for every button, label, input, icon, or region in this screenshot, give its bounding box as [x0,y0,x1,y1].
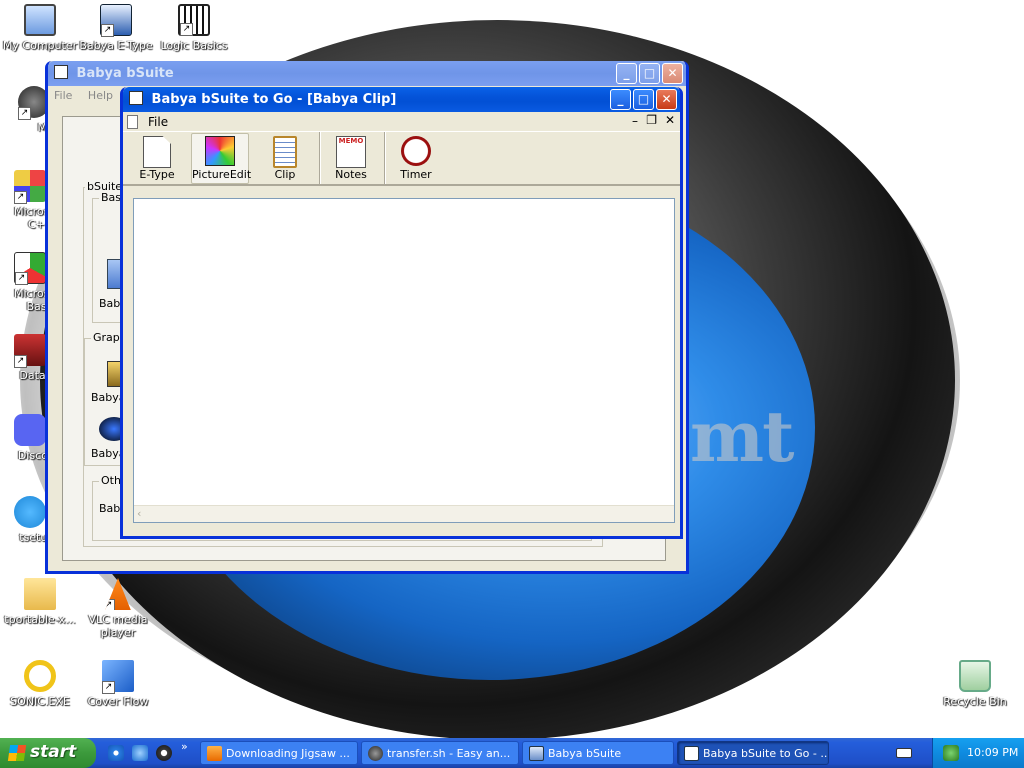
desktop-icon-my-computer[interactable]: My Computer [0,4,80,52]
taskbar: start » Downloading Jigsaw ... transfer.… [0,738,1024,768]
menu-help[interactable]: Help [88,89,113,102]
desktop-icon-label: Logic Basics [160,39,228,52]
visual-studio-icon [14,170,46,204]
clip-button[interactable]: Clip [256,134,314,184]
desktop-icon-vlc[interactable]: VLC media player [78,578,158,639]
window-icon [684,746,699,761]
scroll-left-icon[interactable]: ‹ [137,507,141,520]
visual-basic-icon [14,252,46,285]
desktop-icon-tportable[interactable]: tportable-x... [0,578,80,626]
clock[interactable]: 10:09 PM [967,746,1018,759]
etype-button[interactable]: E-Type [127,134,187,184]
minimize-button[interactable]: _ [610,89,631,110]
minimize-button[interactable]: _ [616,63,637,84]
desktop-icon-label: tportable-x... [4,613,76,626]
clock-icon [401,136,431,166]
taskbar-button-label: Babya bSuite to Go - ... [703,747,829,760]
maximize-button[interactable]: □ [633,89,654,110]
desktop-icon-label: My Computer [2,39,78,52]
pictureedit-button[interactable]: PictureEdit [191,133,252,184]
taskbar-button-label: Downloading Jigsaw ... [226,747,350,760]
firefox-icon [207,746,222,761]
clipboard-icon [273,136,297,168]
taskbar-button-jigsaw[interactable]: Downloading Jigsaw ... [200,741,358,765]
taskbar-button-label: Babya bSuite [548,747,622,760]
desktop-icon-babya-etype[interactable]: Babya E-Type [76,4,156,52]
raccoon-icon [368,746,383,761]
notes-button[interactable]: MEMO Notes [322,134,380,184]
system-tray: 10:09 PM [932,738,1024,768]
keyboard-icon[interactable] [896,748,912,758]
menu-bar: File – ❐ ✕ [123,112,680,132]
toolbar-separator [319,132,321,184]
child-minimize-button[interactable]: – [632,114,638,128]
network-icon[interactable] [943,745,959,761]
toolbar-label: E-Type [139,168,175,181]
taskbar-button-bsuite-to-go[interactable]: Babya bSuite to Go - ... [677,741,829,765]
toolbar-label: PictureEdit [192,168,252,181]
start-button[interactable]: start [0,738,96,768]
document-icon [143,136,171,168]
wallpaper-watermark: mt [690,395,794,478]
app-icon [129,91,143,105]
database-icon [14,334,46,368]
taskbar-button-transfer[interactable]: transfer.sh - Easy an... [361,741,519,765]
start-label: start [30,742,77,762]
window-title: Babya bSuite to Go - [Babya Clip] [151,92,397,107]
window-icon [529,746,544,761]
toolbar-separator [384,132,386,184]
desktop-icon-label: Cover Flow [87,695,149,708]
media-player-icon[interactable] [156,745,172,761]
toolbar: E-Type PictureEdit Clip MEMO Notes Timer [123,132,680,186]
close-button[interactable]: ✕ [656,89,677,110]
title-bar[interactable]: Babya bSuite to Go - [Babya Clip] _ □ ✕ [123,87,680,112]
cover-flow-icon [102,660,134,694]
child-close-button[interactable]: ✕ [665,113,675,127]
maximize-button[interactable]: □ [639,63,660,84]
taskbar-button-bsuite[interactable]: Babya bSuite [522,741,674,765]
desktop-icon-label: player [100,626,136,639]
child-document-icon [127,115,138,129]
document-icon [100,4,132,37]
piano-icon [178,4,210,36]
window-title: Babya bSuite [76,66,174,81]
timer-button[interactable]: Timer [387,134,445,184]
desktop-icon-label: Recycle Bin [943,695,1007,708]
palette-icon [205,136,235,166]
desktop-icon-cover-flow[interactable]: Cover Flow [78,660,158,708]
toolbar-label: Notes [335,168,367,181]
menu-file[interactable]: File [54,89,72,102]
vlc-cone-icon [105,578,131,610]
windows-flag-icon [7,745,27,761]
toolbar-label: Timer [400,168,432,181]
desktop-icon-label: Babya E-Type [79,39,153,52]
title-bar[interactable]: Babya bSuite _ □ ✕ [48,61,686,86]
ring-icon [24,660,56,692]
menu-file[interactable]: File [148,115,168,129]
clip-text-area[interactable]: ‹ [133,198,675,523]
child-restore-button[interactable]: ❐ [646,113,657,127]
desktop-icon-recycle-bin[interactable]: Recycle Bin [935,660,1015,708]
recycle-bin-icon [959,660,991,692]
memo-icon: MEMO [336,136,366,168]
close-button[interactable]: ✕ [662,63,683,84]
show-desktop-icon[interactable] [108,745,124,761]
horizontal-scrollbar[interactable]: ‹ [134,505,674,522]
desktop-icon-label: VLC media [88,613,148,626]
quick-launch-chevron[interactable]: » [181,740,188,753]
toolbar-label: Clip [274,168,296,181]
app-icon [54,65,68,79]
telegram-icon [14,496,46,528]
discord-icon [14,414,46,446]
internet-explorer-icon[interactable] [132,745,148,761]
desktop-icon-sonic-exe[interactable]: SONIC.EXE [0,660,80,708]
taskbar-button-label: transfer.sh - Easy an... [387,747,511,760]
computer-icon [24,4,56,36]
desktop-icon-label: SONIC.EXE [10,695,70,708]
desktop-icon-logic-basics[interactable]: Logic Basics [154,4,234,52]
folder-icon [24,578,56,610]
bsuite-to-go-window[interactable]: Babya bSuite to Go - [Babya Clip] _ □ ✕ … [120,87,683,539]
